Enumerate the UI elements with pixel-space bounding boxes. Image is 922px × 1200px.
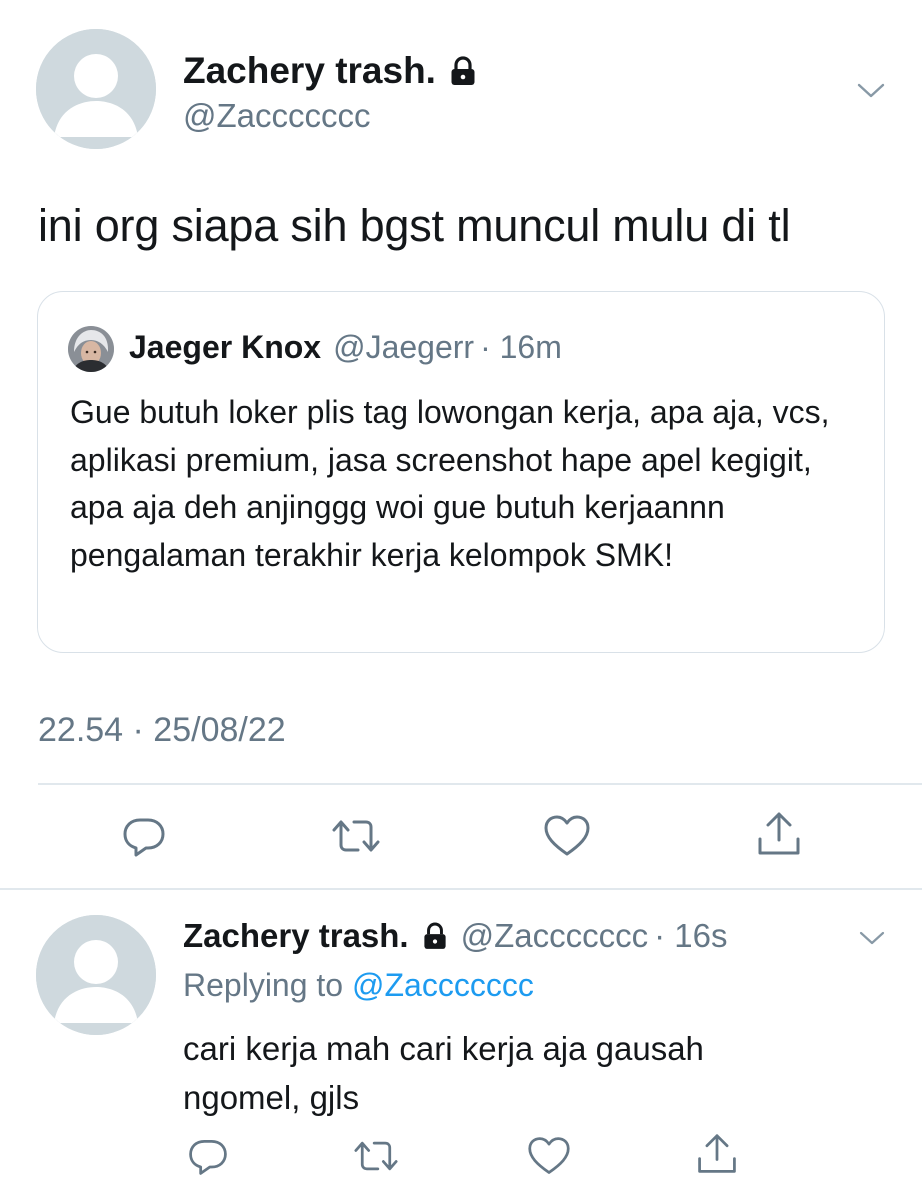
retweet-icon[interactable] xyxy=(352,1134,400,1178)
default-avatar-icon xyxy=(36,915,156,1035)
quoted-avatar[interactable] xyxy=(68,326,114,372)
reply-handle[interactable]: @Zaccccccc xyxy=(461,917,649,955)
share-icon[interactable] xyxy=(755,808,803,860)
reply-header: Zachery trash. @Zaccccccc · 16s xyxy=(183,917,728,955)
author-display-name[interactable]: Zachery trash. xyxy=(183,50,436,92)
quoted-tweet-header: Jaeger Knox @Jaegerr · 16m xyxy=(129,329,562,366)
tweet-timestamp[interactable]: 22.54 · 25/08/22 xyxy=(38,711,286,750)
lock-icon xyxy=(451,56,475,85)
reply-avatar[interactable] xyxy=(36,915,156,1035)
divider xyxy=(38,783,922,785)
avatar[interactable] xyxy=(36,29,156,149)
replying-to-handle[interactable]: @Zaccccccc xyxy=(352,967,534,1003)
share-icon[interactable] xyxy=(695,1130,739,1178)
retweet-icon[interactable] xyxy=(330,812,382,860)
replying-to-label: Replying to xyxy=(183,967,344,1003)
section-divider xyxy=(0,888,922,890)
like-icon[interactable] xyxy=(542,812,592,860)
author-handle[interactable]: @Zaccccccc xyxy=(183,97,371,135)
reply-icon[interactable] xyxy=(120,812,168,860)
reply-display-name[interactable]: Zachery trash. xyxy=(183,917,409,955)
reply-icon[interactable] xyxy=(186,1134,230,1178)
quoted-time: · 16m xyxy=(480,329,562,365)
reply-time: · 16s xyxy=(654,917,728,954)
chevron-down-icon[interactable] xyxy=(858,929,886,949)
default-avatar-icon xyxy=(36,29,156,149)
like-icon[interactable] xyxy=(526,1134,572,1178)
quoted-tweet-text: Gue butuh loker plis tag lowongan kerja,… xyxy=(70,394,830,573)
author-name-row: Zachery trash. xyxy=(183,50,476,92)
reply-text: cari kerja mah cari kerja aja gausah ngo… xyxy=(183,1030,704,1116)
quoted-handle[interactable]: @Jaegerr xyxy=(333,329,474,366)
tweet-text: ini org siapa sih bgst muncul mulu di tl xyxy=(38,200,791,251)
quoted-display-name[interactable]: Jaeger Knox xyxy=(129,329,321,366)
replying-to-line: Replying to @Zaccccccc xyxy=(183,967,534,1004)
quoted-avatar-photo xyxy=(68,326,114,372)
lock-icon xyxy=(423,922,446,949)
chevron-down-icon[interactable] xyxy=(856,80,886,102)
